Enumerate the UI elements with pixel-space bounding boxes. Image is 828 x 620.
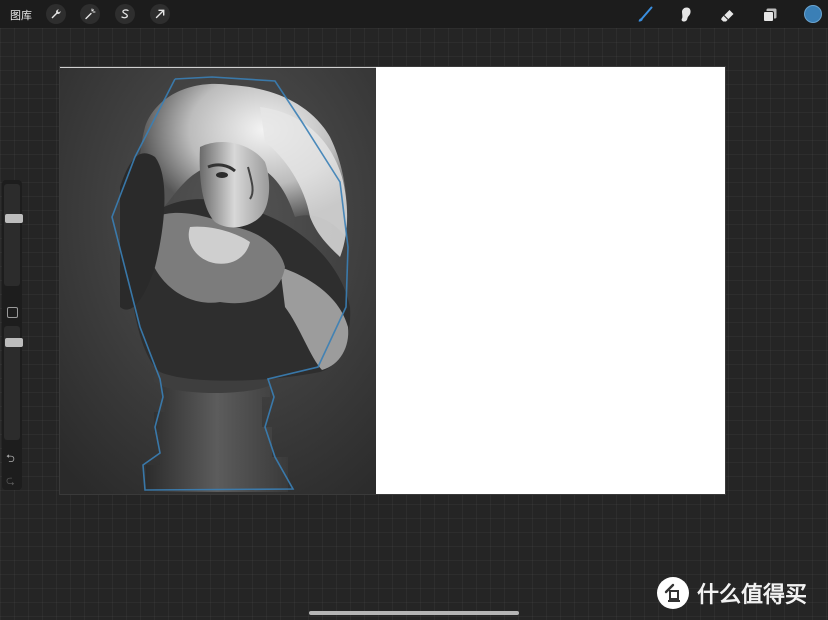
brush-opacity-slider[interactable]: [4, 326, 23, 440]
undo-icon[interactable]: ⮌: [6, 450, 15, 469]
watermark-text: 什么值得买: [697, 582, 808, 607]
home-indicator[interactable]: [309, 611, 519, 615]
eraser-icon[interactable]: [717, 4, 739, 26]
brush-size-slider[interactable]: [4, 184, 23, 286]
brush-icon[interactable]: [634, 4, 656, 26]
top-toolbar: 图库: [0, 0, 828, 28]
canvas-edge-line: [60, 67, 376, 68]
drawing-canvas[interactable]: [60, 67, 725, 494]
magic-wand-icon[interactable]: [80, 4, 100, 24]
sculpture-reference-image: [60, 67, 376, 494]
watermark-logo: [657, 577, 689, 609]
watermark: 什么值得买: [657, 576, 807, 610]
layers-icon[interactable]: [759, 4, 781, 26]
transform-arrow-icon[interactable]: [150, 4, 170, 24]
brush-opacity-slider-handle[interactable]: [5, 338, 23, 347]
selection-icon[interactable]: [115, 4, 135, 24]
wrench-icon[interactable]: [46, 4, 66, 24]
color-picker-button[interactable]: [804, 5, 822, 23]
left-sidebar: ⮌ ⮎: [2, 180, 23, 491]
modify-button[interactable]: [7, 307, 18, 318]
smudge-icon[interactable]: [675, 4, 697, 26]
gallery-button[interactable]: 图库: [10, 7, 32, 23]
brush-size-slider-handle[interactable]: [5, 214, 23, 223]
redo-icon[interactable]: ⮎: [6, 472, 15, 491]
